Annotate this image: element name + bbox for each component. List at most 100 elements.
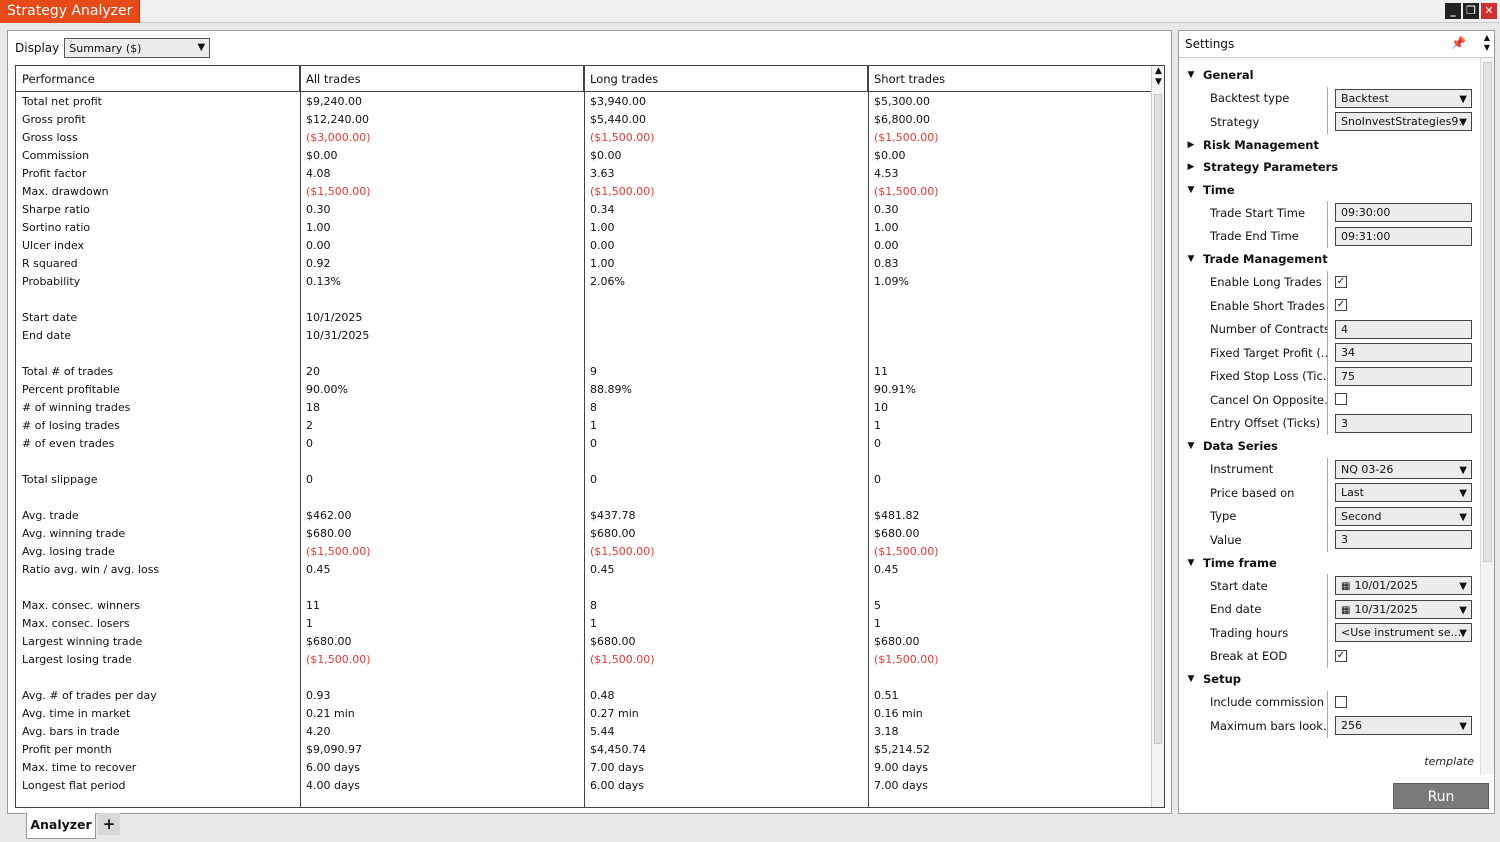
- property-select[interactable]: Backtest ▼: [1335, 88, 1472, 108]
- property-checkbox[interactable]: [1335, 695, 1347, 708]
- settings-scroll-arrows[interactable]: ▲ ▼: [1482, 33, 1492, 53]
- property-text-input[interactable]: 09:31:00: [1335, 226, 1472, 246]
- settings-section[interactable]: ▼ Trade Management: [1179, 248, 1479, 271]
- property-select[interactable]: Last ▼: [1335, 483, 1472, 502]
- property-label: Break at EOD: [1210, 649, 1288, 664]
- property-label: Instrument: [1210, 462, 1274, 477]
- cell-all-trades: 0: [306, 473, 313, 486]
- row-label: # of winning trades: [22, 401, 131, 414]
- row-label: Sharpe ratio: [22, 203, 90, 216]
- scroll-down-icon[interactable]: ▼: [1482, 43, 1492, 53]
- cell-all-trades: [300, 291, 584, 309]
- cell-long-trades: $680.00: [590, 635, 636, 648]
- performance-grid: Performance All trades Long trades Short…: [15, 65, 1165, 808]
- caret-down-icon[interactable]: ▼: [1179, 248, 1203, 270]
- row-label: Ratio avg. win / avg. loss: [22, 563, 160, 576]
- property-date-picker[interactable]: ▦ 10/01/2025 ▼: [1335, 576, 1472, 595]
- cell-long-trades: 0.48: [590, 689, 615, 702]
- caret-right-icon[interactable]: ▶: [1179, 134, 1203, 156]
- property-text-input[interactable]: 75: [1335, 366, 1472, 386]
- property-checkbox[interactable]: ✓: [1335, 275, 1347, 288]
- settings-scrollbar[interactable]: [1480, 58, 1494, 774]
- cell-all-trades: 0: [306, 437, 313, 450]
- settings-section[interactable]: ▼ Setup: [1179, 668, 1479, 691]
- settings-section-name: Risk Management: [1203, 137, 1319, 152]
- property-checkbox[interactable]: ✓: [1335, 299, 1347, 311]
- settings-property: Trading hours <Use instrument se... ▼: [1179, 621, 1479, 645]
- scroll-up-icon[interactable]: ▲: [1152, 66, 1164, 77]
- header-all-trades[interactable]: All trades: [300, 66, 584, 92]
- row-label: [16, 345, 300, 363]
- cell-short-trades: 0.30: [874, 203, 899, 216]
- close-button[interactable]: ✕: [1481, 3, 1497, 19]
- caret-down-icon[interactable]: ▼: [1179, 179, 1203, 201]
- property-text-input[interactable]: 34: [1335, 343, 1472, 362]
- column-divider: [868, 66, 869, 807]
- property-select[interactable]: 256 ▼: [1335, 716, 1472, 735]
- property-text-input[interactable]: 09:30:00: [1335, 203, 1472, 222]
- header-long-trades[interactable]: Long trades: [584, 66, 868, 92]
- property-select[interactable]: SnoInvestStrategies9: ▼: [1335, 112, 1472, 131]
- template-link[interactable]: template: [1424, 755, 1474, 768]
- cell-short-trades: 0.16 min: [874, 707, 923, 720]
- caret-down-icon[interactable]: ▼: [1179, 552, 1203, 574]
- cell-all-trades: 0.00: [306, 239, 331, 252]
- cell-short-trades: [868, 669, 1152, 687]
- display-select-value: Summary ($): [69, 41, 142, 55]
- caret-right-icon[interactable]: ▶: [1179, 156, 1203, 178]
- property-divider: [1327, 201, 1328, 225]
- row-label: Avg. trade: [22, 509, 79, 522]
- cell-all-trades: $680.00: [306, 527, 352, 540]
- minimize-button[interactable]: _: [1445, 3, 1461, 19]
- property-select-value: Last: [1341, 486, 1364, 499]
- add-tab-button[interactable]: +: [98, 813, 120, 835]
- scroll-up-icon[interactable]: ▲: [1482, 33, 1492, 43]
- property-select[interactable]: <Use instrument se... ▼: [1335, 623, 1472, 642]
- grid-scrollbar[interactable]: ▲ ▼: [1151, 66, 1164, 807]
- header-short-trades[interactable]: Short trades: [868, 66, 1152, 92]
- caret-down-icon[interactable]: ▼: [1179, 435, 1203, 457]
- restore-button[interactable]: ❐: [1463, 3, 1479, 19]
- settings-section[interactable]: ▶ Strategy Parameters: [1179, 156, 1479, 179]
- property-value-wrap: <Use instrument se... ▼: [1335, 623, 1472, 642]
- settings-section[interactable]: ▼ Time: [1179, 179, 1479, 202]
- settings-section[interactable]: ▶ Risk Management: [1179, 134, 1479, 157]
- caret-down-icon[interactable]: ▼: [1179, 668, 1203, 690]
- cell-all-trades: ($1,500.00): [306, 653, 371, 666]
- property-text-input[interactable]: 4: [1335, 319, 1472, 339]
- property-divider: [1327, 294, 1328, 318]
- property-checkbox[interactable]: ✓: [1335, 649, 1347, 662]
- cell-long-trades: [584, 291, 868, 309]
- property-text-input[interactable]: 3: [1335, 413, 1472, 433]
- caret-down-icon[interactable]: ▼: [1179, 64, 1203, 86]
- pin-icon[interactable]: 📌: [1451, 36, 1466, 50]
- settings-section-name: Time frame: [1203, 555, 1277, 570]
- row-label: Max. consec. winners: [22, 599, 141, 612]
- row-label: Max. time to recover: [22, 761, 137, 774]
- property-divider: [1327, 644, 1328, 668]
- property-text-input[interactable]: 3: [1335, 530, 1472, 549]
- property-select[interactable]: Second ▼: [1335, 506, 1472, 526]
- chevron-down-icon: ▼: [1459, 464, 1467, 476]
- settings-section[interactable]: ▼ Time frame: [1179, 552, 1479, 575]
- chevron-down-icon: ▼: [1459, 511, 1467, 523]
- property-divider: [1327, 690, 1328, 714]
- property-checkbox[interactable]: [1335, 393, 1347, 405]
- header-performance[interactable]: Performance: [16, 66, 300, 92]
- property-date-picker[interactable]: ▦ 10/31/2025 ▼: [1335, 599, 1472, 619]
- cell-short-trades: [868, 291, 1152, 309]
- property-select[interactable]: NQ 03-26 ▼: [1335, 459, 1472, 479]
- scroll-down-icon[interactable]: ▼: [1152, 77, 1164, 88]
- settings-scroll-thumb[interactable]: [1483, 62, 1492, 562]
- app-title-tab[interactable]: Strategy Analyzer: [0, 0, 141, 23]
- display-select[interactable]: Summary ($) ▼: [64, 38, 211, 58]
- settings-title: Settings: [1185, 37, 1235, 51]
- settings-section[interactable]: ▼ Data Series: [1179, 435, 1479, 458]
- settings-section[interactable]: ▼ General: [1179, 64, 1479, 87]
- cell-long-trades: ($1,500.00): [590, 185, 655, 198]
- tab-analyzer[interactable]: Analyzer: [26, 813, 96, 839]
- scroll-thumb[interactable]: [1154, 94, 1162, 744]
- run-button[interactable]: Run: [1393, 783, 1489, 809]
- property-label: Trade End Time: [1210, 229, 1299, 244]
- cell-long-trades: 0: [590, 473, 597, 486]
